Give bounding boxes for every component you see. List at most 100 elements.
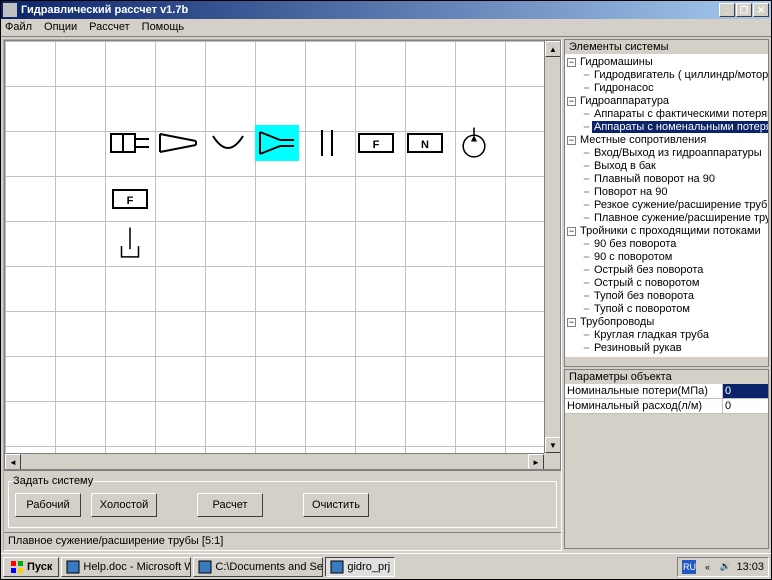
scroll-right-button[interactable]: ► — [528, 454, 544, 470]
tree-node[interactable]: ⎯Поворот на 90 — [581, 186, 766, 199]
tree-node[interactable]: ⎯Плавный поворот на 90 — [581, 173, 766, 186]
tree-label[interactable]: Выход в бак — [592, 160, 658, 172]
tree-leaf-dash: ⎯ — [581, 69, 592, 82]
tree-label[interactable]: Местные сопротивления — [578, 134, 708, 146]
tree-node[interactable]: ⎯Круглая гладкая труба — [581, 329, 766, 342]
tree-leaf-dash: ⎯ — [581, 160, 592, 173]
tray-volume-icon[interactable]: 🔊 — [718, 560, 732, 574]
idle-button[interactable]: Холостой — [91, 493, 157, 517]
tree-node[interactable]: ⎯Резиновый рукав — [581, 342, 766, 355]
tree-label[interactable]: Тройники с проходящими потоками — [578, 225, 763, 237]
tree-node[interactable]: ⎯Гидродвигатель ( циллиндр/мотор ) — [581, 69, 766, 82]
tree-label[interactable]: Тупой без поворота — [592, 290, 696, 302]
menu-calc[interactable]: Рассчет — [89, 21, 130, 34]
start-button[interactable]: Пуск — [3, 557, 59, 577]
maximize-button[interactable]: ❐ — [736, 3, 752, 17]
tree-label[interactable]: Аппараты с фактическими потерями — [592, 108, 768, 120]
symbol-tank[interactable] — [108, 221, 152, 265]
vertical-scrollbar[interactable]: ▲ ▼ — [544, 41, 560, 453]
tree-node[interactable]: −Гидромашины — [567, 56, 766, 69]
param-row[interactable]: Номинальные потери(МПа)0 — [565, 384, 768, 399]
tree-label[interactable]: Гидронасос — [592, 82, 656, 94]
tree-label[interactable]: Резиновый рукав — [592, 342, 684, 354]
tree-leaf-dash: ⎯ — [581, 303, 592, 316]
close-button[interactable]: ✕ — [753, 3, 769, 17]
work-button[interactable]: Рабочий — [15, 493, 81, 517]
tree-label[interactable]: Тупой с поворотом — [592, 303, 692, 315]
tree-node[interactable]: −Трубопроводы — [567, 316, 766, 329]
tree-label[interactable]: Трубопроводы — [578, 316, 656, 328]
symbol-n-box[interactable]: N — [403, 125, 447, 161]
tree-node[interactable]: −Местные сопротивления — [567, 134, 766, 147]
task-app-icon — [66, 560, 80, 574]
tree-expander-icon[interactable]: − — [567, 136, 576, 145]
tree-node[interactable]: ⎯Острый с поворотом — [581, 277, 766, 290]
clear-button[interactable]: Очистить — [303, 493, 369, 517]
scroll-left-button[interactable]: ◄ — [5, 454, 21, 470]
titlebar: Гидравлический рассчет v1.7b _ ❐ ✕ — [1, 1, 771, 19]
tree-node[interactable]: ⎯Вход/Выход из гидроаппаратуры — [581, 147, 766, 160]
tree-label[interactable]: Плавный поворот на 90 — [592, 173, 717, 185]
tree-label[interactable]: Гидроаппаратура — [578, 95, 671, 107]
tree-label[interactable]: Плавное сужение/расширение трубы — [592, 212, 768, 224]
tree-node[interactable]: ⎯Резкое сужение/расширение трубы — [581, 199, 766, 212]
tree-expander-icon[interactable]: − — [567, 58, 576, 67]
tree-node[interactable]: ⎯Гидронасос — [581, 82, 766, 95]
taskbar-task[interactable]: C:\Documents and Settin... — [193, 557, 323, 577]
tree-label[interactable]: Острый без поворота — [592, 264, 705, 276]
calc-button[interactable]: Расчет — [197, 493, 263, 517]
tree-node[interactable]: −Тройники с проходящими потоками — [567, 225, 766, 238]
tree-node[interactable]: ⎯Тупой с поворотом — [581, 303, 766, 316]
taskbar-task[interactable]: Help.doc - Microsoft Word — [61, 557, 191, 577]
symbol-selected-apparatus[interactable] — [255, 125, 299, 161]
tree-label[interactable]: Гидродвигатель ( циллиндр/мотор ) — [592, 69, 768, 81]
tree-node[interactable]: ⎯90 с поворотом — [581, 251, 766, 264]
tree-label[interactable]: 90 с поворотом — [592, 251, 674, 263]
scroll-down-button[interactable]: ▼ — [545, 437, 561, 453]
tree-label[interactable]: Гидромашины — [578, 56, 655, 68]
tree-node[interactable]: ⎯Аппараты с фактическими потерями — [581, 108, 766, 121]
symbol-narrowing[interactable] — [157, 125, 201, 161]
params-grid[interactable]: Номинальные потери(МПа)0Номинальный расх… — [565, 384, 768, 414]
symbol-pump-circle[interactable] — [452, 121, 496, 165]
tree-node[interactable]: −Гидроаппаратура — [567, 95, 766, 108]
tree-node[interactable]: ⎯Тупой без поворота — [581, 290, 766, 303]
tree-label[interactable]: Поворот на 90 — [592, 186, 669, 198]
symbol-parallel-lines[interactable] — [305, 125, 349, 161]
tree-expander-icon[interactable]: − — [567, 97, 576, 106]
tree-leaf-dash: ⎯ — [581, 277, 592, 290]
tree-label[interactable]: Острый с поворотом — [592, 277, 701, 289]
menu-options[interactable]: Опции — [44, 21, 77, 34]
menu-file[interactable]: Файл — [5, 21, 32, 34]
symbol-cylinder[interactable] — [108, 125, 152, 161]
taskbar-task[interactable]: gidro_prj — [325, 557, 395, 577]
scroll-up-button[interactable]: ▲ — [545, 41, 561, 57]
tree-label[interactable]: Вход/Выход из гидроаппаратуры — [592, 147, 764, 159]
tree-node[interactable]: ⎯Выход в бак — [581, 160, 766, 173]
tree-label[interactable]: Круглая гладкая труба — [592, 329, 711, 341]
canvas-area[interactable]: F N F ▲ — [4, 40, 561, 470]
param-row[interactable]: Номинальный расход(л/м)0 — [565, 399, 768, 414]
tree-node[interactable]: ⎯Плавное сужение/расширение трубы — [581, 212, 766, 225]
tree-expander-icon[interactable]: − — [567, 318, 576, 327]
elements-tree[interactable]: −Гидромашины⎯Гидродвигатель ( циллиндр/м… — [565, 54, 768, 357]
language-indicator[interactable]: RU — [682, 560, 696, 574]
svg-text:F: F — [127, 195, 134, 207]
symbol-arc[interactable] — [206, 125, 250, 161]
tree-label[interactable]: 90 без поворота — [592, 238, 678, 250]
param-value[interactable]: 0 — [723, 399, 768, 413]
tree-node[interactable]: ⎯Аппараты с номенальными потерями — [581, 121, 766, 134]
tree-node[interactable]: ⎯90 без поворота — [581, 238, 766, 251]
tray-prev-icon[interactable]: « — [700, 560, 714, 574]
menu-help[interactable]: Помощь — [142, 21, 185, 34]
tree-node[interactable]: ⎯Острый без поворота — [581, 264, 766, 277]
symbol-f-box-2[interactable]: F — [108, 181, 152, 217]
param-value[interactable]: 0 — [723, 384, 768, 398]
tree-expander-icon[interactable]: − — [567, 227, 576, 236]
horizontal-scrollbar[interactable]: ◄ ► — [5, 453, 544, 469]
params-panel-title: Параметры объекта — [565, 370, 768, 384]
symbol-f-box[interactable]: F — [354, 125, 398, 161]
tree-label[interactable]: Резкое сужение/расширение трубы — [592, 199, 768, 211]
tree-label[interactable]: Аппараты с номенальными потерями — [592, 121, 768, 133]
minimize-button[interactable]: _ — [719, 3, 735, 17]
